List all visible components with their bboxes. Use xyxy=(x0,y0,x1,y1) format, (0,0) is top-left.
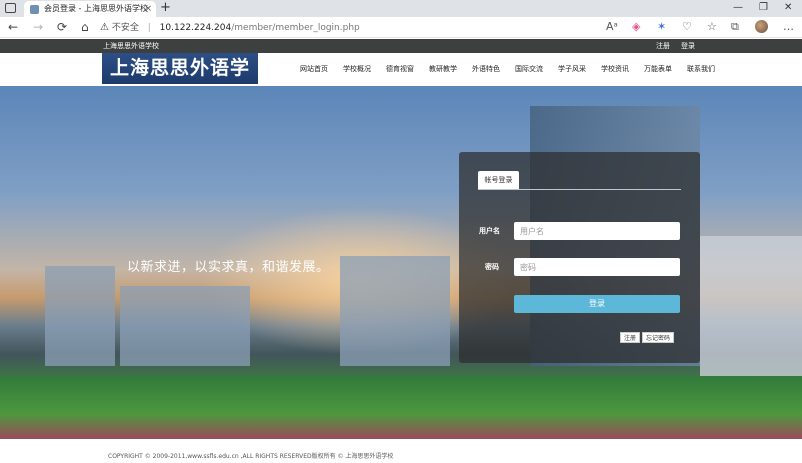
site-header: 上海思思外语学校 网站首页 学校概况 德育视窗 教研教学 外语特色 国际交流 学… xyxy=(0,53,802,110)
nav-item-forms[interactable]: 万能表单 xyxy=(644,53,672,86)
main-nav: 网站首页 学校概况 德育视窗 教研教学 外语特色 国际交流 学子风采 学校资讯 … xyxy=(300,53,730,86)
login-button[interactable]: 登录 xyxy=(514,295,680,313)
top-login-link[interactable]: 登录 xyxy=(681,39,695,53)
site-footer: COPYRIGHT © 2009-2011,www.ssfls.edu.cn ,… xyxy=(0,439,802,463)
url-path: /member/member_login.php xyxy=(231,23,360,33)
tab-underline xyxy=(478,189,681,190)
nav-item-moral-education[interactable]: 德育视窗 xyxy=(386,53,414,86)
background-building xyxy=(45,266,115,366)
password-input[interactable] xyxy=(514,258,680,276)
extension-icon[interactable]: ✶ xyxy=(657,20,666,34)
tab-actions-icon[interactable] xyxy=(5,3,16,13)
browser-toolbar: ← → ⟳ ⌂ ⚠ 不安全 | 10.122.224.204/member/me… xyxy=(0,17,802,38)
warning-triangle-icon: ⚠ xyxy=(100,22,109,33)
background-building xyxy=(700,236,802,376)
username-label: 用户名 xyxy=(479,227,500,235)
more-options-icon[interactable]: … xyxy=(783,20,794,34)
nav-item-news[interactable]: 学校资讯 xyxy=(601,53,629,86)
profile-avatar[interactable] xyxy=(755,20,768,33)
nav-item-language[interactable]: 外语特色 xyxy=(472,53,500,86)
browser-essentials-icon[interactable]: ♡ xyxy=(682,20,692,34)
nav-item-international[interactable]: 国际交流 xyxy=(515,53,543,86)
favorites-icon[interactable]: ☆ xyxy=(707,20,717,34)
login-panel: 帐号登录 用户名 密码 登录 注册 忘记密码 xyxy=(459,152,700,363)
url-host: 10.122.224.204 xyxy=(159,23,232,33)
extension-icon[interactable]: ◈ xyxy=(632,20,640,34)
nav-item-home[interactable]: 网站首页 xyxy=(300,53,328,86)
nav-item-overview[interactable]: 学校概况 xyxy=(343,53,371,86)
home-icon[interactable]: ⌂ xyxy=(81,19,89,35)
site-favicon-icon xyxy=(30,5,39,14)
collections-icon[interactable]: ⧉ xyxy=(731,20,739,34)
insecure-label: 不安全 xyxy=(111,23,139,33)
school-logo[interactable]: 上海思思外语学校 xyxy=(102,53,258,110)
hero-background: 以新求进，以实求真，和谐发展。 帐号登录 用户名 密码 登录 注册 忘记密码 xyxy=(0,86,802,439)
top-register-link[interactable]: 注册 xyxy=(656,39,670,53)
tab-account-login[interactable]: 帐号登录 xyxy=(478,171,519,189)
new-tab-button[interactable]: + xyxy=(160,0,171,16)
tab-title: 会员登录 - 上海思思外语学校 xyxy=(44,4,148,13)
background-building xyxy=(340,256,450,366)
site-name: 上海思思外语学校 xyxy=(103,42,159,50)
restore-icon[interactable]: ❐ xyxy=(759,0,768,16)
password-label: 密码 xyxy=(485,263,499,271)
school-slogan: 以新求进，以实求真，和谐发展。 xyxy=(127,260,330,275)
copyright-text: COPYRIGHT © 2009-2011,www.ssfls.edu.cn ,… xyxy=(108,453,394,460)
minimize-icon[interactable]: — xyxy=(733,0,743,16)
browser-tab-bar: 会员登录 - 上海思思外语学校 × + — ❐ ✕ xyxy=(0,0,802,17)
browser-tab[interactable]: 会员登录 - 上海思思外语学校 × xyxy=(24,1,156,17)
username-input[interactable] xyxy=(514,222,680,240)
address-separator: | xyxy=(147,23,151,33)
sports-field xyxy=(0,376,802,439)
background-building xyxy=(120,286,250,366)
nav-item-students[interactable]: 学子风采 xyxy=(558,53,586,86)
close-tab-icon[interactable]: × xyxy=(144,1,152,17)
address-bar[interactable]: ⚠ 不安全 | 10.122.224.204/member/member_log… xyxy=(100,19,600,36)
site-top-strip: 上海思思外语学校 注册 登录 xyxy=(0,39,802,53)
nav-item-contact[interactable]: 联系我们 xyxy=(687,53,715,86)
close-window-icon[interactable]: ✕ xyxy=(784,0,792,16)
register-button[interactable]: 注册 xyxy=(620,332,641,343)
forward-icon[interactable]: → xyxy=(33,19,43,35)
forgot-password-button[interactable]: 忘记密码 xyxy=(642,332,675,343)
reload-icon[interactable]: ⟳ xyxy=(57,19,67,35)
back-icon[interactable]: ← xyxy=(8,19,18,35)
nav-item-teaching[interactable]: 教研教学 xyxy=(429,53,457,86)
read-aloud-icon[interactable]: Aᵃ xyxy=(606,20,618,34)
